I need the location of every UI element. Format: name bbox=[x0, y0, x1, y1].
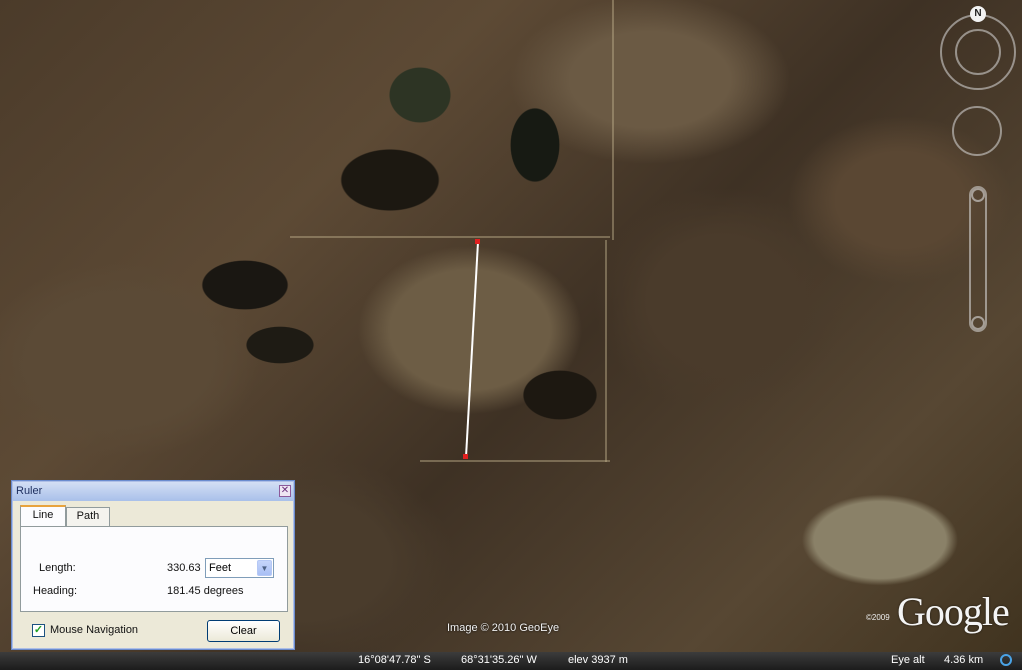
zoom-slider[interactable] bbox=[969, 186, 987, 332]
streaming-icon bbox=[1000, 654, 1012, 666]
ruler-dialog: Ruler ✕ Line Path Length: 330.63 Feet ▼ … bbox=[11, 480, 295, 650]
heading-label: Heading: bbox=[33, 585, 78, 597]
longitude-readout: 68°31'35.26" W bbox=[461, 654, 537, 666]
mouse-navigation-label: Mouse Navigation bbox=[50, 624, 139, 636]
chevron-down-icon[interactable]: ▼ bbox=[257, 560, 272, 576]
heading-value: 181.45 degrees bbox=[167, 585, 244, 597]
clear-button[interactable]: Clear bbox=[207, 620, 280, 642]
copyright-year: ©2009 bbox=[866, 613, 890, 622]
length-label: Length: bbox=[39, 562, 76, 574]
zoom-out-icon[interactable] bbox=[971, 316, 985, 330]
north-icon[interactable]: N bbox=[970, 6, 986, 22]
unit-select[interactable]: Feet ▼ bbox=[205, 558, 274, 578]
ruler-titlebar[interactable]: Ruler ✕ bbox=[13, 482, 293, 501]
eye-alt-value: 4.36 km bbox=[944, 654, 984, 666]
eye-alt-label: Eye alt bbox=[891, 654, 925, 666]
unit-selected-value: Feet bbox=[209, 562, 232, 574]
look-inner-ring[interactable] bbox=[955, 29, 1001, 75]
dialog-title: Ruler bbox=[16, 485, 43, 497]
ruler-start-point bbox=[475, 239, 480, 244]
latitude-readout: 16°08'47.78" S bbox=[358, 654, 431, 666]
google-logo: Google bbox=[897, 589, 1010, 634]
move-joystick[interactable] bbox=[952, 106, 1002, 156]
length-value: 330.63 bbox=[167, 562, 201, 574]
ruler-end-point bbox=[463, 454, 468, 459]
imagery-credit: Image © 2010 GeoEye bbox=[447, 622, 560, 634]
elevation-readout: elev 3937 m bbox=[568, 654, 628, 666]
close-icon[interactable]: ✕ bbox=[279, 485, 291, 497]
status-bar: 16°08'47.78" S 68°31'35.26" W elev 3937 … bbox=[0, 652, 1022, 670]
tab-line[interactable]: Line bbox=[20, 505, 66, 526]
zoom-in-icon[interactable] bbox=[971, 188, 985, 202]
tab-path[interactable]: Path bbox=[66, 507, 110, 526]
mouse-navigation-checkbox[interactable]: ✓ bbox=[32, 624, 45, 637]
